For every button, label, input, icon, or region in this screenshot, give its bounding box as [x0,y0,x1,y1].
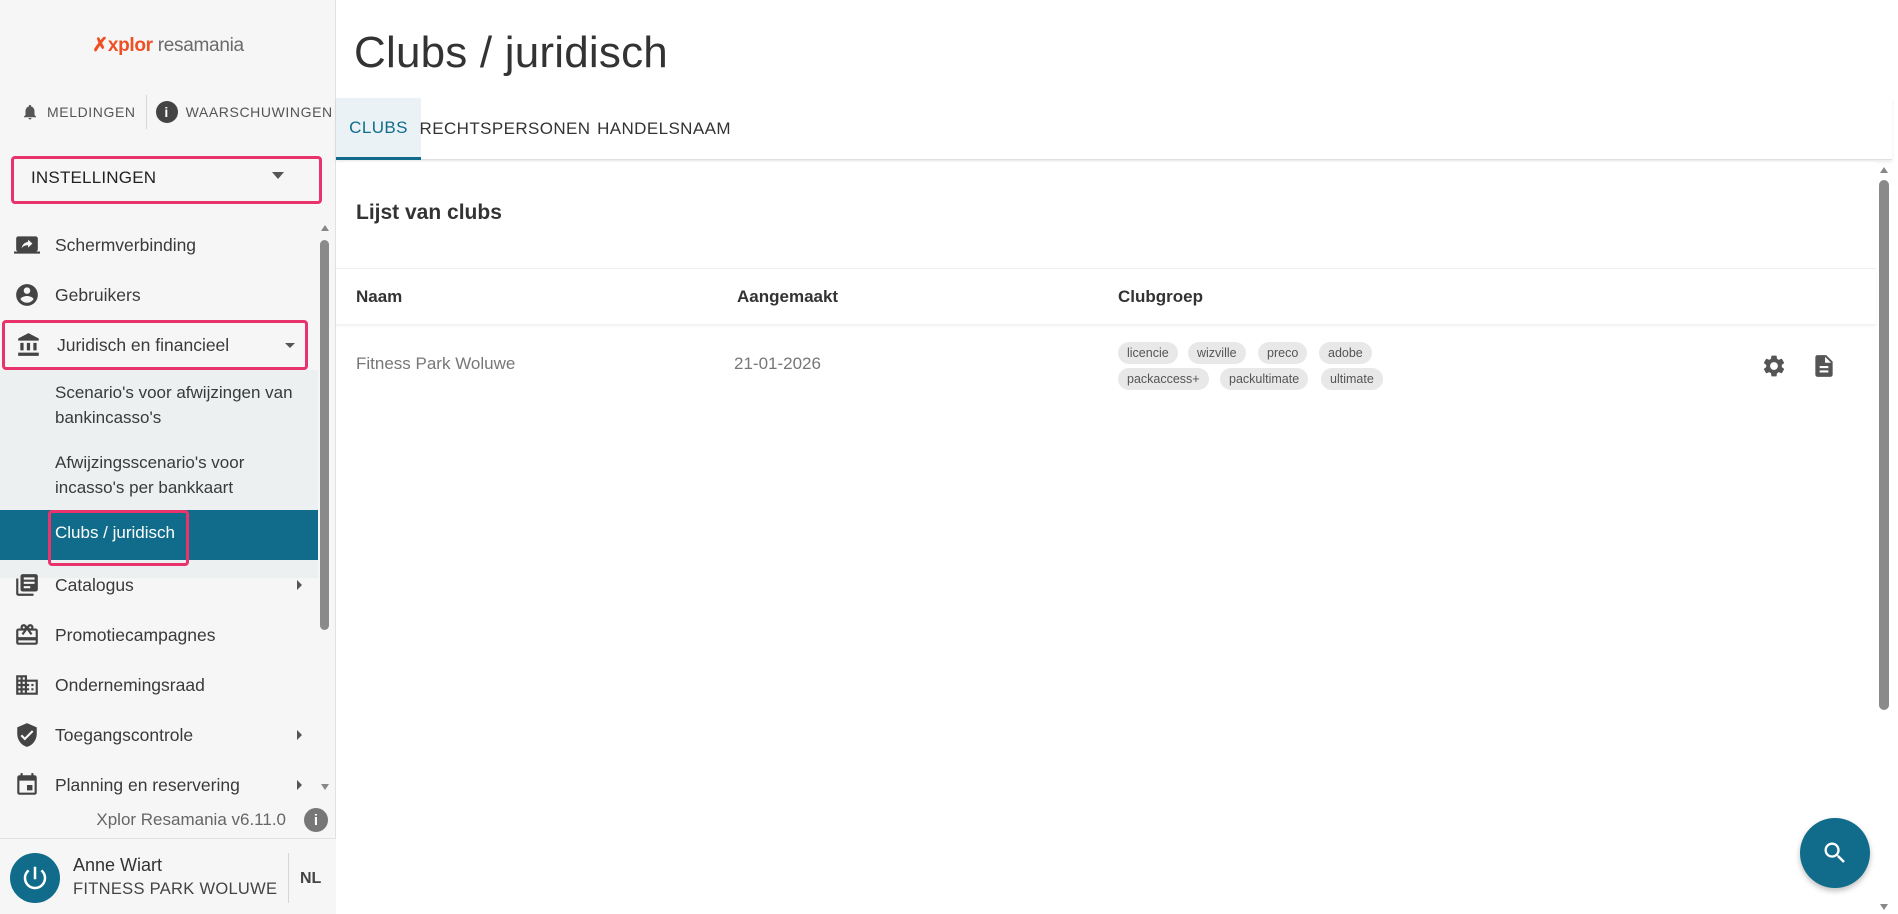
sidebar-scrollbar[interactable] [318,220,332,798]
sidebar-subitem-label: Clubs / juridisch [55,523,175,542]
search-fab-button[interactable] [1800,818,1870,888]
gear-icon [1763,355,1785,377]
clubgroup-chip: preco [1258,342,1308,364]
page-title: Clubs / juridisch [354,28,668,77]
column-header-aangemaakt[interactable]: Aangemaakt [737,287,838,307]
business-icon [14,672,40,698]
sidebar-item-label: Toegangscontrole [55,724,194,745]
sidebar: ✗xplor resamania MELDINGEN i WAARSCHUWIN… [0,0,336,914]
scrollbar-thumb[interactable] [1879,180,1889,710]
scroll-up-icon[interactable] [1880,167,1888,173]
tab-clubs[interactable]: CLUBS [336,98,421,160]
alerts-divider [145,95,147,129]
clubs-list-panel: Lijst van clubs Naam Aangemaakt Clubgroe… [336,162,1876,914]
search-icon [1824,842,1845,863]
version-bar: Xplor Resamania v6.11.0 i [0,808,336,832]
main-scrollbar[interactable] [1876,162,1892,914]
warnings-button[interactable]: i WAARSCHUWINGEN [155,101,333,123]
club-created-date: 21-01-2026 [734,354,821,373]
sidebar-item-promotiecampagnes[interactable]: Promotiecampagnes [0,610,318,660]
screen-share-icon [14,232,40,258]
bank-icon [16,332,42,358]
sidebar-subitem-bankincasso-scenarios[interactable]: Scenario's voor afwijzingen van bankinca… [55,380,305,430]
sidebar-subitem-bankkaart-scenarios[interactable]: Afwijzingsscenario's voor incasso's per … [55,450,305,500]
library-books-icon [14,572,40,598]
sidebar-item-catalogus[interactable]: Catalogus [0,560,318,610]
sidebar-item-label: Juridisch en financieel [57,334,230,355]
clubgroup-chip: packultimate [1220,368,1309,390]
clubgroup-chip: wizville [1188,342,1246,364]
list-title: Lijst van clubs [356,201,502,224]
tab-rechtspersonen[interactable]: RECHTSPERSONEN [420,98,591,160]
clubgroup-chip: ultimate [1321,368,1383,390]
column-header-naam[interactable]: Naam [356,287,402,307]
table-header: Naam Aangemaakt Clubgroep [336,268,1876,324]
tab-bar: CLUBS RECHTSPERSONEN HANDELSNAAM [336,98,1892,160]
sidebar-item-label: Catalogus [55,574,134,595]
table-row[interactable]: Fitness Park Woluwe 21-01-2026 licencie … [336,332,1876,396]
chevron-down-icon [272,172,284,179]
sidebar-nav: Schermverbinding Gebruikers Juridisch en… [0,220,318,798]
verified-user-icon [14,722,40,748]
club-name[interactable]: Fitness Park Woluwe [356,354,515,374]
clubgroup-chip: licencie [1118,342,1178,364]
sidebar-item-label: Gebruikers [55,284,141,305]
notifications-label: MELDINGEN [47,104,136,120]
info-icon: i [155,101,178,123]
section-select-value: INSTELLINGEN [31,168,157,187]
scrollbar-thumb[interactable] [320,240,329,630]
clubgroup-chip: adobe [1319,342,1372,364]
scroll-down-icon[interactable] [1880,904,1888,910]
chevron-right-icon [297,780,302,790]
sidebar-item-toegangscontrole[interactable]: Toegangscontrole [0,710,318,760]
main-content: Clubs / juridisch CLUBS RECHTSPERSONEN H… [336,0,1898,914]
redeem-icon [14,622,40,648]
settings-button[interactable] [1760,352,1788,380]
bell-icon [24,104,36,120]
info-icon[interactable]: i [304,808,328,832]
power-icon [23,866,47,890]
sidebar-item-label: Ondernemingsraad [55,674,205,695]
logout-button[interactable] [10,853,60,903]
column-header-clubgroep[interactable]: Clubgroep [1118,287,1203,307]
section-select[interactable]: INSTELLINGEN [11,156,322,204]
user-divider [288,853,289,903]
sidebar-item-gebruikers[interactable]: Gebruikers [0,270,318,320]
account-circle-icon [14,282,40,308]
tab-handelsnaam[interactable]: HANDELSNAAM [589,98,739,160]
user-bar: Anne Wiart FITNESS PARK WOLUWE NL [0,838,336,914]
chevron-right-icon [297,580,302,590]
clubgroup-chip: packaccess+ [1118,368,1209,390]
chevron-down-icon [285,342,295,348]
document-button[interactable] [1810,352,1838,380]
sidebar-item-label: Schermverbinding [55,234,197,255]
user-club: FITNESS PARK WOLUWE [73,880,278,898]
xplor-logo-icon: ✗ [92,35,108,56]
language-switch[interactable]: NL [300,870,321,888]
document-icon [1815,355,1833,377]
sidebar-item-juridisch-en-financieel[interactable]: Juridisch en financieel [2,320,308,370]
alerts-bar: MELDINGEN i WAARSCHUWINGEN [0,94,336,130]
warnings-label: WAARSCHUWINGEN [185,104,333,120]
chevron-right-icon [297,730,302,740]
sidebar-subitem-clubs-juridisch[interactable]: Clubs / juridisch [0,510,318,566]
sidebar-item-label: Promotiecampagnes [55,624,216,645]
user-name: Anne Wiart [73,855,163,875]
calendar-icon [14,772,40,798]
sidebar-item-label: Planning en reservering [55,774,240,795]
sidebar-item-ondernemingsraad[interactable]: Ondernemingsraad [0,660,318,710]
scroll-down-icon[interactable] [321,784,329,790]
version-label: Xplor Resamania v6.11.0 [96,810,286,829]
app-logo[interactable]: ✗xplor resamania [0,34,336,57]
sidebar-item-planning-en-reservering[interactable]: Planning en reservering [0,760,318,798]
sidebar-item-schermverbinding[interactable]: Schermverbinding [0,220,318,270]
notifications-button[interactable]: MELDINGEN [21,103,136,121]
scroll-up-icon[interactable] [321,225,329,231]
